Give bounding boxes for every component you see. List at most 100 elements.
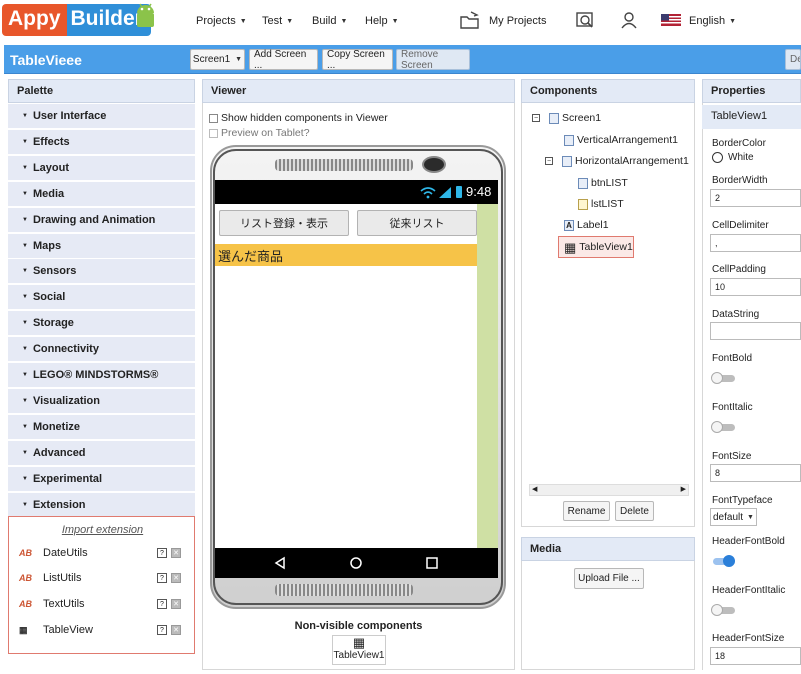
palette-category[interactable]: ▼ Effects — [8, 129, 195, 155]
tree-item-horizontalarrangement1[interactable]: − HorizontalArrangement1 — [545, 155, 689, 167]
help-icon[interactable]: ? — [157, 548, 167, 558]
tree-item-lstlist[interactable]: lstLIST — [578, 198, 624, 210]
scroll-right-icon[interactable]: ▶ — [681, 485, 686, 493]
scroll-left-icon[interactable]: ◀ — [532, 485, 537, 493]
prop-borderwidth-input[interactable]: 2 — [710, 189, 801, 207]
lstlist-button[interactable]: 従来リスト — [357, 210, 477, 236]
close-icon[interactable]: ✕ — [171, 548, 181, 558]
nonvisible-title: Non-visible components — [294, 620, 423, 632]
menu-projects[interactable]: Projects ▼ — [196, 15, 247, 27]
prop-headerfontsize-input[interactable]: 18 — [710, 647, 801, 665]
palette-category[interactable]: ▼ Monetize — [8, 414, 195, 440]
palette-category[interactable]: ▼ Media — [8, 181, 195, 207]
user-account-icon[interactable] — [619, 10, 639, 30]
add-screen-button[interactable]: Add Screen ... — [249, 49, 318, 71]
extension-item[interactable]: AB TextUtils ? ✕ — [9, 593, 196, 615]
chevron-down-icon: ▼ — [340, 17, 348, 25]
prop-headerfontbold-toggle[interactable] — [711, 555, 735, 567]
palette-category[interactable]: ▼ Extension — [8, 492, 195, 518]
palette-category-label: User Interface — [32, 110, 107, 122]
tree-label: Screen1 — [562, 112, 602, 124]
prop-bordercolor-picker[interactable]: White — [712, 152, 754, 163]
prop-datastring-input[interactable] — [710, 322, 801, 340]
preview-tablet-checkbox[interactable]: Preview on Tablet? — [209, 127, 310, 139]
my-projects-link[interactable]: My Projects — [489, 15, 546, 27]
speaker-grille — [275, 584, 413, 596]
expand-triangle-icon: ▼ — [22, 423, 28, 430]
help-icon[interactable]: ? — [157, 573, 167, 583]
prop-fontitalic-toggle[interactable] — [711, 421, 735, 433]
help-icon[interactable]: ? — [157, 599, 167, 609]
tree-item-screen1[interactable]: − Screen1 — [532, 112, 601, 124]
collapse-icon[interactable]: − — [532, 114, 540, 122]
label1[interactable]: 選んだ商品 — [215, 244, 477, 266]
palette-category[interactable]: ▼ LEGO® MINDSTORMS® — [8, 363, 195, 388]
tree-label: VerticalArrangement1 — [577, 134, 678, 146]
extension-item[interactable]: AB DateUtils ? ✕ — [9, 542, 196, 564]
menu-build[interactable]: Build ▼ — [312, 15, 347, 27]
palette-category[interactable]: ▼ Storage — [8, 311, 195, 337]
expand-triangle-icon: ▼ — [22, 138, 28, 145]
tree-item-label1[interactable]: A Label1 — [564, 219, 609, 231]
checkbox-box[interactable] — [209, 128, 218, 138]
palette-category[interactable]: ▼ Social — [8, 285, 195, 311]
prop-fontsize-input[interactable]: 8 — [710, 464, 801, 482]
delete-button[interactable]: Delete — [615, 501, 654, 521]
tree-item-tableview1[interactable]: ▦ TableView1 — [564, 241, 633, 254]
palette-category-label: Advanced — [32, 446, 86, 459]
rename-button[interactable]: Rename — [563, 501, 610, 521]
palette-category-label: Drawing and Animation — [32, 213, 156, 226]
copy-screen-button[interactable]: Copy Screen ... — [322, 49, 393, 71]
import-extension-link[interactable]: Import extension — [9, 524, 196, 536]
expand-triangle-icon: ▼ — [22, 242, 28, 249]
help-icon[interactable]: ? — [157, 625, 167, 635]
extension-item[interactable]: ▦ TableView ? ✕ — [9, 619, 196, 641]
label-icon: A — [564, 219, 574, 231]
remove-screen-button[interactable]: Remove Screen — [396, 49, 470, 71]
palette-category[interactable]: ▼ User Interface — [8, 104, 195, 129]
menu-test-label: Test — [262, 15, 283, 27]
button-icon — [578, 177, 588, 189]
palette-category[interactable]: ▼ Drawing and Animation — [8, 207, 195, 233]
menu-help[interactable]: Help ▼ — [365, 15, 399, 27]
btnlist-button[interactable]: リスト登録・表示 — [219, 210, 349, 236]
prop-label-headerfontitalic: HeaderFontItalic — [712, 585, 786, 596]
menu-build-label: Build — [312, 15, 337, 27]
prop-fontbold-toggle[interactable] — [711, 372, 735, 384]
collapse-icon[interactable]: − — [545, 157, 553, 165]
prop-fonttypeface-select[interactable]: default ▼ — [710, 508, 757, 526]
folder-open-icon[interactable] — [459, 10, 481, 30]
nonvisible-tableview[interactable]: ▦ TableView1 — [332, 635, 386, 665]
prop-cellpadding-input[interactable]: 10 — [710, 278, 801, 296]
delete-project-button[interactable]: De — [785, 49, 801, 70]
palette-category[interactable]: ▼ Layout — [8, 155, 195, 181]
close-icon[interactable]: ✕ — [171, 625, 181, 635]
prop-headerfontitalic-toggle[interactable] — [711, 604, 735, 616]
language-label: English — [689, 15, 726, 27]
palette-category[interactable]: ▼ Sensors — [8, 259, 195, 285]
palette-category[interactable]: ▼ Experimental — [8, 466, 195, 492]
gallery-search-icon[interactable] — [575, 10, 595, 30]
phone-nav-bar — [215, 548, 498, 578]
tree-item-btnlist[interactable]: btnLIST — [578, 177, 628, 189]
extension-item[interactable]: AB ListUtils ? ✕ — [9, 567, 196, 589]
screen-select[interactable]: Screen1 ▼ — [190, 49, 245, 70]
palette-category[interactable]: ▼ Maps — [8, 233, 195, 259]
menu-test[interactable]: Test ▼ — [262, 15, 293, 27]
horizontal-scrollbar[interactable]: ◀ ▶ — [529, 484, 689, 496]
language-select[interactable]: English ▼ — [689, 15, 736, 27]
palette-category-label: LEGO® MINDSTORMS® — [32, 369, 159, 381]
tree-item-verticalarrangement1[interactable]: VerticalArrangement1 — [564, 134, 678, 146]
show-hidden-checkbox[interactable]: Show hidden components in Viewer — [209, 112, 388, 124]
expand-triangle-icon: ▼ — [22, 501, 28, 508]
close-icon[interactable]: ✕ — [171, 573, 181, 583]
palette-category[interactable]: ▼ Advanced — [8, 440, 195, 466]
checkbox-box[interactable] — [209, 113, 218, 123]
palette-category[interactable]: ▼ Connectivity — [8, 337, 195, 363]
close-icon[interactable]: ✕ — [171, 599, 181, 609]
upload-file-button[interactable]: Upload File ... — [574, 568, 644, 589]
prop-celldelimiter-input[interactable]: , — [710, 234, 801, 252]
palette-category[interactable]: ▼ Visualization — [8, 388, 195, 414]
vertical-arrangement-area[interactable] — [477, 204, 498, 548]
appybuilder-logo[interactable]: Appy Builder — [2, 4, 151, 36]
